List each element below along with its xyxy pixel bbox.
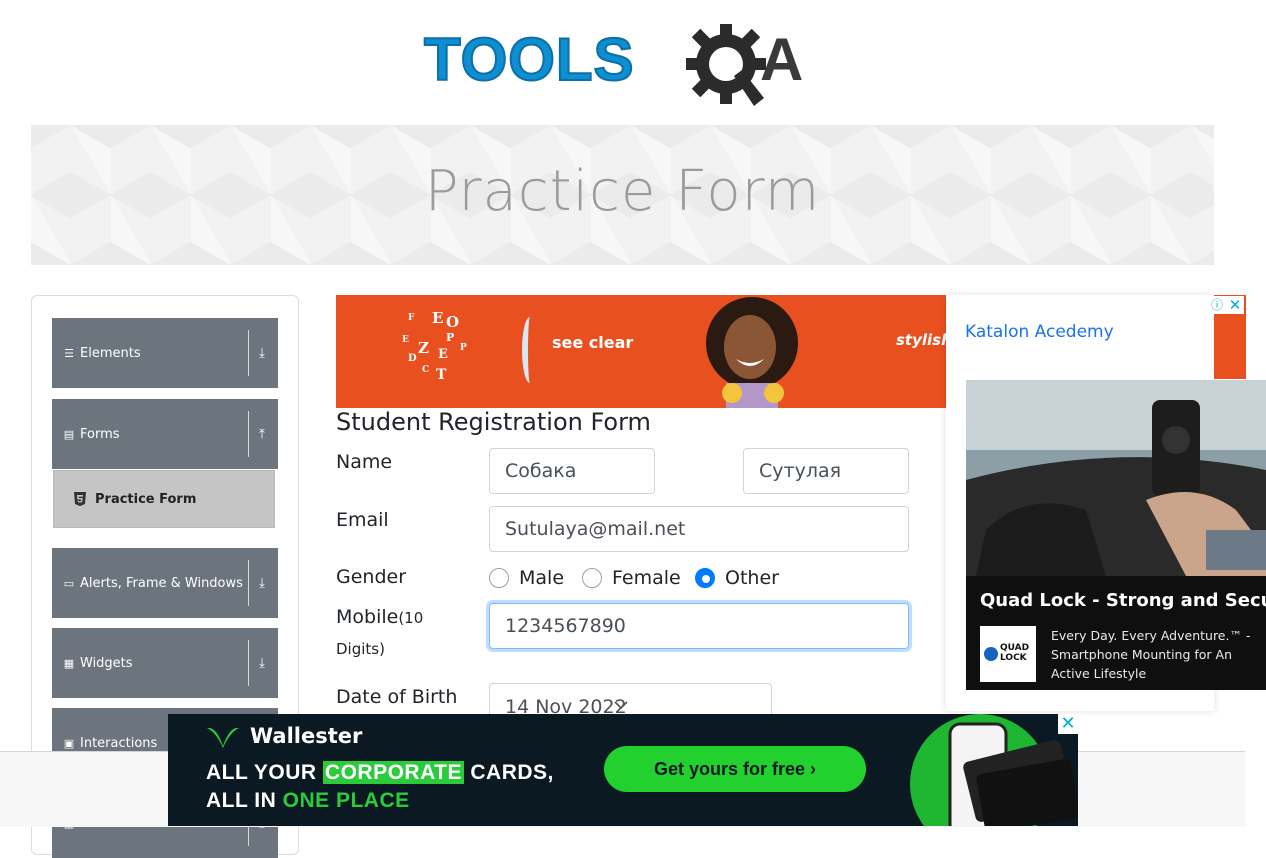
last-name-input[interactable] [743,448,909,494]
wallester-brand: Wallester [250,724,363,748]
mobile-label-text: Mobile [336,606,399,628]
email-input[interactable] [489,506,909,552]
logo-dot [984,647,998,661]
sidebar-group-label: Interactions [80,735,158,751]
divider [248,560,249,606]
ad-letter: C [422,365,430,375]
chevron-down-icon [614,701,628,710]
divider [248,411,249,457]
radio-label: Male [519,567,565,589]
info-icon[interactable]: ⓘ [1208,296,1226,314]
ad-text: CARDS, [464,761,554,784]
divider [248,640,249,686]
list-icon: ☰ [64,346,74,360]
quadlock-advertisement[interactable]: Quad Lock - Strong and Secure QUAD LOCK … [966,380,1266,690]
ad-tagline-2: stylish [896,331,946,349]
ad-letter: F [408,313,415,323]
email-label: Email [336,509,389,531]
mobile-hint-2: Digits) [336,640,385,658]
first-name-input[interactable] [489,448,655,494]
eye-chart-letters: F E O P Z E D P T C E [402,309,502,389]
window-icon: ▭ [63,576,75,590]
get-yours-button[interactable]: Get yours for free › [604,746,866,792]
top-advertisement[interactable]: F E O P Z E D P T C E see clear stylish [336,295,946,408]
gender-label: Gender [336,566,407,588]
ad-headline-2: ALL IN ONE PLACE [206,789,410,813]
gender-radio-other[interactable]: Other [695,567,779,589]
quadlock-logo: QUAD LOCK [980,626,1036,682]
toolsqa-logo[interactable]: TOOLS A [423,20,826,112]
mobile-label: Mobile(10 [336,606,423,628]
logo-text: TOOLS [423,26,635,93]
widgets-icon: ▦ [63,656,75,670]
lens-shape [522,317,538,383]
sidebar-group-label: Alerts, Frame & Windows [80,575,243,591]
ad-text-highlight: CORPORATE [322,761,465,784]
wallester-logo-icon [207,727,239,748]
gender-radio-female[interactable]: Female [582,567,681,589]
ad-letter: E [432,309,444,327]
page-banner: Practice Form [31,125,1214,265]
chevron-down-icon: ⤓ [259,576,265,591]
ad-letter: E [402,335,409,345]
logo-suffix: A [760,26,804,93]
radio-label: Female [612,567,681,589]
ad-letter: P [446,331,455,344]
sidebar-item-label: Practice Form [95,491,197,507]
page-title: Practice Form [424,159,821,224]
mobile-input[interactable] [489,603,909,649]
sidebar-group-label: Forms [80,426,120,442]
radio-circle-checked[interactable] [695,568,715,588]
interactions-icon: ▣ [63,736,75,750]
radio-circle[interactable] [489,568,509,588]
form-title: Student Registration Form [336,408,651,436]
divider [248,330,249,376]
car-phone-mount-image [966,380,1266,576]
mobile-hint: (10 [398,609,424,627]
quadlock-description: Every Day. Every Adventure.™ - Smartphon… [1051,628,1251,681]
ad-headline-1: ALL YOUR CORPORATE CARDS, [206,761,554,785]
katalon-academy-link[interactable]: Katalon Acedemy [965,322,1114,342]
chevron-down-icon: ⤓ [259,656,265,671]
close-icon[interactable]: ✕ [1058,714,1078,734]
sidebar-item-practice-form[interactable]: Practice Form [53,470,275,528]
sidebar-group-alerts[interactable]: ▭ Alerts, Frame & Windows ⤓ [52,548,278,618]
name-label: Name [336,451,393,473]
sidebar-group-elements[interactable]: ☰ Elements ⤓ [52,318,278,388]
sidebar-group-widgets[interactable]: ▦ Widgets ⤓ [52,628,278,698]
sidebar-group-label: Elements [80,345,141,361]
close-icon[interactable]: ✕ [1226,296,1244,314]
ad-letter: O [446,313,460,331]
ad-tagline: see clear [552,333,634,352]
ad-letter: E [438,347,448,362]
chevron-up-icon: ⤒ [259,427,265,442]
gender-radio-male[interactable]: Male [489,567,564,589]
ad-text: ALL YOUR [206,761,323,784]
radio-label: Other [725,567,779,589]
sidebar-group-label: Widgets [80,655,133,671]
sidebar-group-forms[interactable]: ▤ Forms ⤒ [52,399,278,469]
chevron-down-icon: ⤓ [259,346,265,361]
radio-circle[interactable] [582,568,602,588]
ad-letter: T [436,367,447,383]
quadlock-logo-text: QUAD LOCK [1000,643,1030,663]
ad-text: ALL IN [206,789,283,812]
ad-letter: D [408,353,417,364]
phone-cards-image [910,714,1078,826]
wallester-advertisement[interactable]: Wallester ALL YOUR CORPORATE CARDS, ALL … [168,714,1078,826]
ad-letter: Z [418,339,429,357]
ad-text-highlight: ONE PLACE [282,789,410,812]
document-icon: ▤ [63,427,75,441]
ad-person-image [706,297,798,408]
dob-label: Date of Birth [336,686,458,708]
html5-icon [74,492,86,506]
ad-letter: P [460,343,467,353]
quadlock-title: Quad Lock - Strong and Secure [980,590,1266,611]
